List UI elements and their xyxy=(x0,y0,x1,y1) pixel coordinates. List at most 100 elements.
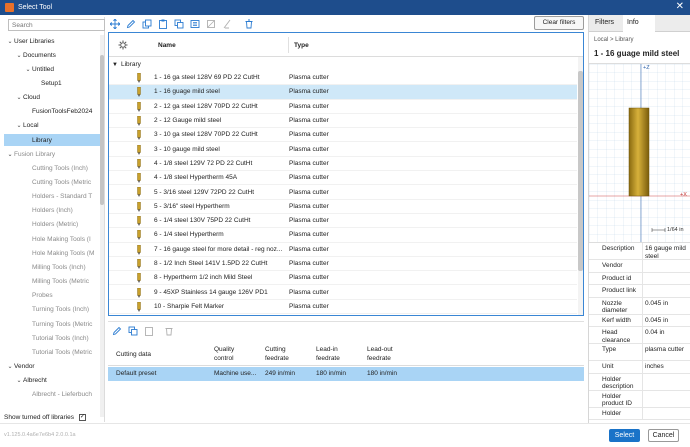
tool-type: Plasma cutter xyxy=(289,274,329,282)
tree-item[interactable]: ⌄ Local xyxy=(4,120,100,132)
tool-name: 4 - 1/8 steel Hypertherm 45A xyxy=(154,174,238,182)
select-button[interactable]: Select xyxy=(609,429,640,442)
chevron-down-icon[interactable]: ⌄ xyxy=(15,377,23,384)
table-row[interactable]: 1 - 16 guage mild steel Plasma cutter xyxy=(109,85,577,100)
tree-item[interactable]: ⌄ Untitled xyxy=(4,63,100,75)
tool-name: 8 - Hypertherm 1/2 inch Mild Steel xyxy=(154,274,253,282)
table-scrollbar[interactable] xyxy=(578,57,583,315)
edit-icon[interactable] xyxy=(124,17,138,31)
tree-item[interactable]: ⌄ Fusion Library xyxy=(4,148,100,160)
table-row[interactable]: 10 - Sharpie Felt Marker Plasma cutter xyxy=(109,300,577,315)
tree-item[interactable]: ⌄ Cloud xyxy=(4,92,100,104)
tree-item[interactable]: ⌄ Documents xyxy=(4,49,100,61)
trash-icon[interactable] xyxy=(242,17,256,31)
tree-item-label: Setup1 xyxy=(41,79,62,87)
tool-name: 6 - 1/4 steel Hypertherm xyxy=(154,231,224,239)
plasma-torch-icon xyxy=(137,187,141,198)
close-icon[interactable]: ✕ xyxy=(676,2,684,12)
table-row[interactable]: 7 - 16 gauge steel for more detail - reg… xyxy=(109,243,577,257)
table-row[interactable]: 5 - 3/16 steel 129V 72PD 22 CutHt Plasma … xyxy=(109,185,577,200)
tree-item[interactable]: Milling Tools (Inch) xyxy=(4,261,100,273)
breadcrumb: Local > Library xyxy=(594,37,634,43)
tree-item[interactable]: Tutorial Tools (Metric xyxy=(4,346,100,358)
table-row[interactable]: 6 - 1/4 steel Hypertherm Plasma cutter xyxy=(109,228,577,243)
tree-item[interactable]: ⌄ Vendor xyxy=(4,360,100,372)
table-row[interactable]: 5 - 3/16" steel Hypertherm Plasma cutter xyxy=(109,200,577,214)
tree-item[interactable]: Milling Tools (Metric xyxy=(4,276,100,288)
table-row[interactable]: 6 - 1/4 steel 130V 75PD 22 CutHt Plasma c… xyxy=(109,214,577,229)
duplicate-icon[interactable] xyxy=(126,324,140,338)
tree-item[interactable]: Cutting Tools (Inch) xyxy=(4,162,100,174)
edit-icon[interactable] xyxy=(110,324,124,338)
chevron-down-icon[interactable]: ⌄ xyxy=(15,52,23,59)
tree-item[interactable]: ⌄ User Libraries xyxy=(4,35,100,47)
table-row[interactable]: 9 - 45XP Stainless 14 gauge 126V PD1 Plas… xyxy=(109,286,577,300)
clean-icon[interactable] xyxy=(220,17,234,31)
tree-item[interactable]: FusionToolsFeb2024 xyxy=(4,106,100,118)
scroll-thumb[interactable] xyxy=(578,71,583,271)
plasma-torch-icon xyxy=(137,130,141,141)
library-scrollbar[interactable] xyxy=(100,35,104,417)
paste-icon[interactable] xyxy=(156,17,170,31)
trash-icon[interactable] xyxy=(162,324,176,338)
chevron-down-icon[interactable]: ▼ xyxy=(109,62,121,68)
library-group-row[interactable]: ▼ Library xyxy=(109,59,577,70)
tree-item-label: Probes xyxy=(32,292,53,300)
preset-row[interactable]: Default preset Machine use... 249 in/min… xyxy=(108,367,584,381)
tab-info[interactable]: Info xyxy=(623,15,655,32)
chevron-down-icon[interactable]: ⌄ xyxy=(15,94,23,101)
table-row[interactable]: 8 - 1/2 Inch Steel 141V 1.5PD 22 CutHt Pl… xyxy=(109,257,577,272)
duplicate-icon[interactable] xyxy=(172,17,186,31)
table-row[interactable]: 2 - 12 Gauge mild steel Plasma cutter xyxy=(109,114,577,129)
chevron-down-icon[interactable]: ⌄ xyxy=(6,363,14,370)
scroll-thumb[interactable] xyxy=(100,55,104,205)
tree-item[interactable]: Setup1 xyxy=(4,77,100,89)
chevron-down-icon[interactable]: ⌄ xyxy=(24,66,32,73)
table-row[interactable]: 8 - Hypertherm 1/2 inch Mild Steel Plasma… xyxy=(109,271,577,286)
plasma-torch-icon xyxy=(137,244,141,255)
chevron-down-icon[interactable]: ⌄ xyxy=(6,38,14,45)
tree-item[interactable]: Cutting Tools (Metric xyxy=(4,177,100,189)
tree-item-label: Untitled xyxy=(32,65,55,73)
copy-icon[interactable] xyxy=(142,324,156,338)
gear-icon[interactable] xyxy=(118,40,128,50)
tree-item[interactable]: Holders - Standard T xyxy=(4,191,100,203)
tool-type: Plasma cutter xyxy=(289,245,329,253)
tree-item[interactable]: Holders (Metric) xyxy=(4,219,100,231)
table-row[interactable]: 3 - 10 gauge mild steel Plasma cutter xyxy=(109,143,577,157)
tree-item-label: Albrecht xyxy=(23,377,47,385)
renumber-icon[interactable] xyxy=(188,17,202,31)
chevron-down-icon[interactable]: ⌄ xyxy=(15,122,23,129)
property-value: 16 gauge mild steel xyxy=(645,245,686,260)
chevron-down-icon[interactable]: ⌄ xyxy=(6,151,14,158)
table-row[interactable]: 2 - 12 ga steel 128V 70PD 22 CutHt Plasma… xyxy=(109,100,577,114)
tree-item[interactable]: ⌄ Albrecht xyxy=(4,375,100,387)
tree-item[interactable]: Albrecht - Lieferbuch xyxy=(4,389,100,401)
tree-item[interactable]: Tutorial Tools (Inch) xyxy=(4,332,100,344)
tree-item[interactable]: Turning Tools (Inch) xyxy=(4,304,100,316)
table-row[interactable]: 1 - 16 ga steel 128V 69 PD 22 CutHt Plasm… xyxy=(109,71,577,86)
cancel-button[interactable]: Cancel xyxy=(648,429,679,442)
copy-icon[interactable] xyxy=(140,17,154,31)
move-icon[interactable] xyxy=(108,17,122,31)
tree-item[interactable]: Turning Tools (Metric xyxy=(4,318,100,330)
table-row[interactable]: 4 - 1/8 steel Hypertherm 45A Plasma cutte… xyxy=(109,171,577,186)
table-row[interactable]: 4 - 1/8 steel 129V 72 PD 22 CutHt Plasma … xyxy=(109,157,577,172)
column-header-cutting-data: Cutting data xyxy=(116,351,152,358)
library-search-input[interactable] xyxy=(8,19,105,31)
show-turned-off-checkbox[interactable]: ✓ xyxy=(78,413,86,421)
tree-item[interactable]: Holders (Inch) xyxy=(4,205,100,217)
sync-icon[interactable] xyxy=(204,17,218,31)
tab-filters[interactable]: Filters xyxy=(595,19,614,26)
clear-filters-button[interactable]: Clear filters xyxy=(534,16,584,30)
tree-item-label: Library xyxy=(32,136,52,144)
tree-item[interactable]: Hole Making Tools (I xyxy=(4,233,100,245)
tree-item[interactable]: Library xyxy=(4,134,100,147)
tree-item[interactable]: Hole Making Tools (M xyxy=(4,247,100,259)
table-row[interactable]: 3 - 10 ga steel 128V 70PD 22 CutHt Plasma… xyxy=(109,128,577,143)
plasma-torch-icon xyxy=(137,73,141,83)
tool-title: 1 - 16 guage mild steel xyxy=(594,49,680,58)
column-header-type[interactable]: Type xyxy=(294,42,309,49)
column-header-name[interactable]: Name xyxy=(158,42,176,49)
tree-item[interactable]: Probes xyxy=(4,290,100,302)
